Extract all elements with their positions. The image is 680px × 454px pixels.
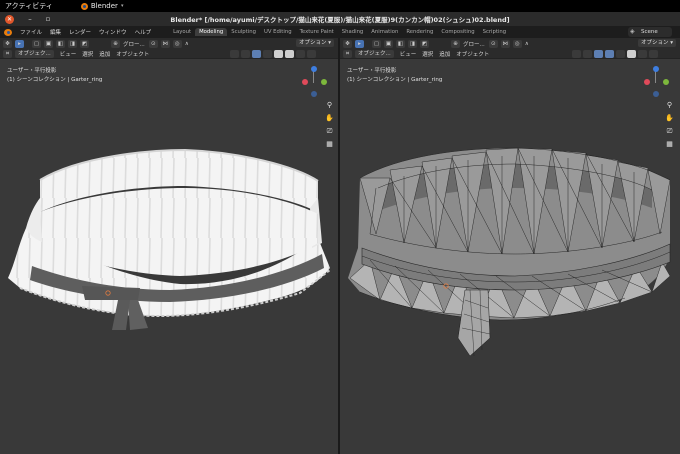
menu-render[interactable]: レンダー (65, 28, 95, 36)
window-title: Blender* [/home/ayumi/デスクトップ/猫山来花(夏服)/猫山… (170, 16, 510, 24)
app-menu[interactable]: Blender ▾ (80, 2, 124, 10)
scene-name: Scene (641, 29, 658, 35)
tab-modeling[interactable]: Modeling (195, 28, 228, 36)
tab-rendering[interactable]: Rendering (402, 28, 437, 36)
blender-top-header: ファイル 編集 レンダー ウィンドウ ヘルプ Layout Modeling S… (0, 26, 680, 38)
chevron-down-icon: ▾ (120, 3, 124, 9)
blender-logo-icon[interactable] (4, 28, 13, 37)
maximize-window-button[interactable]: ▫ (43, 15, 53, 24)
activities-button[interactable]: アクティビティ (5, 1, 53, 11)
menu-file[interactable]: ファイル (16, 28, 46, 36)
garter-ring-solid-mesh (8, 148, 331, 330)
tab-sculpting[interactable]: Sculpting (227, 28, 260, 36)
app-menu-label: Blender (90, 2, 118, 10)
tab-scripting[interactable]: Scripting (479, 28, 511, 36)
scene-icon: ◈ (630, 28, 635, 35)
tab-shading[interactable]: Shading (338, 28, 368, 36)
viewport-right[interactable]: ✥ ▸ ▢ ▣ ◧ ◨ ◩ ⊕ グロー... ⊙ ⋈ ◎ ∧ オプション ▾ ⌗… (340, 38, 680, 454)
garter-ring-wireframe-mesh (348, 147, 671, 357)
scene-selector[interactable]: ◈ Scene (628, 27, 672, 37)
tab-uv-editing[interactable]: UV Editing (260, 28, 296, 36)
tab-animation[interactable]: Animation (367, 28, 402, 36)
gnome-top-bar: アクティビティ Blender ▾ (0, 0, 680, 12)
blender-app-icon (80, 2, 88, 10)
tab-layout[interactable]: Layout (169, 28, 195, 36)
workspace-tabs: Layout Modeling Sculpting UV Editing Tex… (169, 28, 510, 36)
viewport-left[interactable]: ✥ ▸ ▢ ▣ ◧ ◨ ◩ ⊕ グロー... ⊙ ⋈ ◎ ∧ オプション ▾ ⌗… (0, 38, 338, 454)
tab-texture-paint[interactable]: Texture Paint (296, 28, 338, 36)
tab-compositing[interactable]: Compositing (437, 28, 478, 36)
minimize-window-button[interactable]: – (25, 15, 35, 24)
menu-help[interactable]: ヘルプ (131, 28, 156, 36)
menu-edit[interactable]: 編集 (46, 28, 65, 36)
window-titlebar: ✕ – ▫ Blender* [/home/ayumi/デスクトップ/猫山来花(… (0, 12, 680, 26)
close-window-button[interactable]: ✕ (5, 14, 14, 24)
menu-window[interactable]: ウィンドウ (95, 28, 131, 36)
